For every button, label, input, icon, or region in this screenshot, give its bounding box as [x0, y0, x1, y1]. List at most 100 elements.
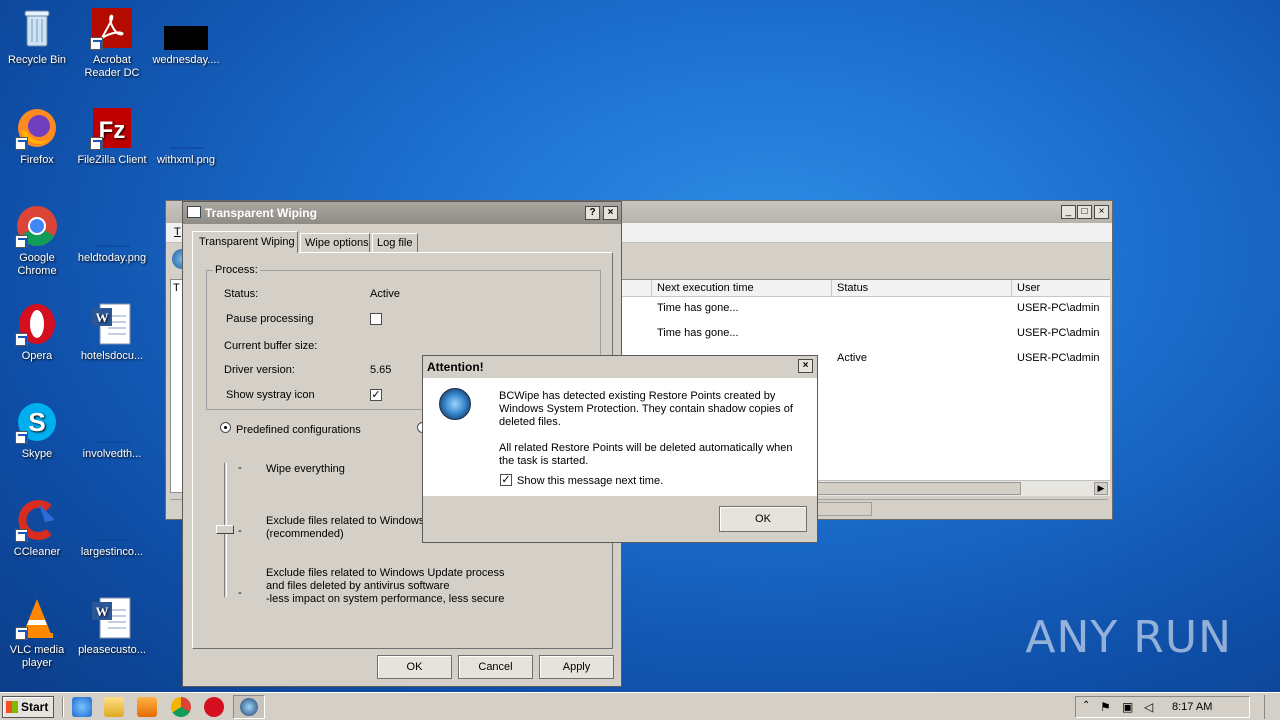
- desktop-icon-recycle-bin[interactable]: Recycle Bin: [0, 6, 74, 67]
- network-icon[interactable]: ▣: [1122, 700, 1133, 714]
- shortcut-arrow-icon: [15, 333, 28, 346]
- column-header-user[interactable]: User: [1017, 282, 1040, 294]
- show-desktop-button[interactable]: [1264, 695, 1278, 719]
- ok-button[interactable]: OK: [377, 655, 452, 679]
- chrome-taskbar-icon[interactable]: [171, 697, 191, 717]
- internet-explorer-icon[interactable]: [72, 697, 92, 717]
- driver-version-value: 5.65: [370, 364, 392, 376]
- start-button[interactable]: Start: [2, 696, 54, 718]
- slider-tick: -: [238, 462, 242, 474]
- desktop-icon-label: hotelsdocu...: [80, 350, 144, 362]
- status-value: Active: [370, 288, 400, 300]
- pause-processing-checkbox[interactable]: [370, 313, 382, 325]
- desktop-icon-label: largestinco...: [80, 546, 144, 558]
- close-button[interactable]: ×: [798, 359, 813, 373]
- option-exclude-update-line3: -less impact on system performance, less…: [266, 593, 505, 605]
- tray-expand-icon[interactable]: ⌃: [1082, 700, 1090, 711]
- table-row[interactable]: Time has gone... USER-PC\admin: [621, 302, 1110, 322]
- image-file-icon: [90, 400, 134, 444]
- scroll-right-arrow[interactable]: ▶: [1094, 482, 1108, 495]
- option-exclude-update-line1: Exclude files related to Windows Update …: [266, 567, 505, 579]
- minimize-button[interactable]: _: [1061, 205, 1076, 219]
- tab-wipe-options[interactable]: Wipe options: [300, 233, 370, 252]
- desktop-icon-label: CCleaner: [13, 546, 61, 558]
- vlc-icon: [15, 596, 59, 640]
- opera-taskbar-icon[interactable]: [204, 697, 224, 717]
- media-player-icon[interactable]: [137, 697, 157, 717]
- system-tray: ⌃ ⚑ ▣ ◁ 8:17 AM: [1075, 696, 1250, 718]
- svg-text:S: S: [28, 407, 45, 437]
- tab-label: Transparent Wiping: [199, 236, 295, 248]
- svg-text:W: W: [96, 604, 109, 619]
- message-line: Windows System Protection. They contain …: [499, 403, 793, 415]
- dialog-titlebar[interactable]: Attention! ×: [423, 356, 817, 378]
- desktop-icon-label: pleasecusto...: [78, 644, 146, 656]
- desktop-icon-largestinco[interactable]: largestinco...: [75, 498, 149, 559]
- desktop-icon-acrobat[interactable]: Acrobat Reader DC: [75, 6, 149, 80]
- explorer-folder-icon[interactable]: [104, 697, 124, 717]
- ccleaner-icon: [15, 498, 59, 542]
- column-divider: [1011, 280, 1012, 297]
- column-header-next-execution[interactable]: Next execution time: [657, 282, 754, 294]
- column-divider: [651, 280, 652, 297]
- desktop-icon-skype[interactable]: S Skype: [0, 400, 74, 461]
- systray-label: Show systray icon: [226, 389, 315, 401]
- desktop-icon-label: wednesday....: [152, 54, 220, 66]
- app-window-icon: [187, 206, 201, 218]
- group-label: Process:: [213, 264, 260, 276]
- desktop-icon-vlc[interactable]: VLC media player: [0, 596, 74, 670]
- image-file-icon: [90, 204, 134, 248]
- column-divider: [831, 280, 832, 297]
- desktop-icon-involvedth[interactable]: involvedth...: [75, 400, 149, 461]
- systray-checkbox[interactable]: ✓: [370, 389, 382, 401]
- desktop-icon-wednesday[interactable]: wednesday....: [149, 6, 223, 67]
- apply-button[interactable]: Apply: [539, 655, 614, 679]
- ok-button[interactable]: OK: [719, 506, 807, 532]
- desktop-icon-label: Firefox: [20, 154, 54, 166]
- desktop-icon-hotelsdocu[interactable]: W hotelsdocu...: [75, 302, 149, 363]
- desktop-icon-label: Opera: [21, 350, 53, 362]
- close-button[interactable]: ×: [603, 206, 618, 220]
- desktop-icon-label: FileZilla Client: [77, 154, 147, 166]
- predefined-config-label: Predefined configurations: [236, 424, 361, 436]
- desktop-icon-label: Google Chrome: [17, 252, 57, 277]
- table-row[interactable]: Time has gone... USER-PC\admin: [621, 327, 1110, 347]
- volume-icon[interactable]: ◁: [1144, 700, 1153, 714]
- slider-tick: -: [238, 587, 242, 599]
- desktop-icon-filezilla[interactable]: Fz FileZilla Client: [75, 106, 149, 167]
- desktop-icon-withxml[interactable]: withxml.png: [149, 106, 223, 167]
- desktop-icon-firefox[interactable]: Firefox: [0, 106, 74, 167]
- cancel-button[interactable]: Cancel: [458, 655, 533, 679]
- desktop-icon-ccleaner[interactable]: CCleaner: [0, 498, 74, 559]
- clock[interactable]: 8:17 AM: [1172, 701, 1212, 713]
- option-exclude-windows-line1: Exclude files related to Windows: [266, 515, 425, 527]
- recycle-bin-icon: [15, 6, 59, 50]
- show-message-checkbox[interactable]: ✓: [500, 474, 512, 486]
- dialog-titlebar[interactable]: Transparent Wiping ? ×: [183, 202, 621, 224]
- slider-tick: -: [238, 525, 242, 537]
- tab-log-file[interactable]: Log file: [372, 233, 418, 252]
- maximize-button[interactable]: □: [1077, 205, 1092, 219]
- help-button[interactable]: ?: [585, 206, 600, 220]
- file-thumbnail-icon: [164, 6, 208, 50]
- option-wipe-everything: Wipe everything: [266, 463, 345, 475]
- close-button[interactable]: ×: [1094, 205, 1109, 219]
- desktop-icon-label: Recycle Bin: [7, 54, 67, 66]
- show-message-label: Show this message next time.: [517, 475, 664, 487]
- bcwipe-taskbar-button[interactable]: [233, 695, 265, 719]
- cell-user: USER-PC\admin: [1017, 302, 1100, 314]
- desktop-icon-label: heldtoday.png: [77, 252, 147, 264]
- desktop-icon-heldtoday[interactable]: heldtoday.png: [75, 204, 149, 265]
- desktop-icon-pleasecusto[interactable]: W pleasecusto...: [75, 596, 149, 657]
- shortcut-arrow-icon: [15, 627, 28, 640]
- tab-transparent-wiping[interactable]: Transparent Wiping: [192, 231, 298, 253]
- column-header-status[interactable]: Status: [837, 282, 868, 294]
- flag-icon[interactable]: ⚑: [1100, 700, 1111, 714]
- bcwipe-taskbar-icon: [240, 698, 258, 716]
- desktop-icon-opera[interactable]: Opera: [0, 302, 74, 363]
- predefined-config-radio[interactable]: [220, 422, 231, 433]
- image-file-icon: [164, 106, 208, 150]
- config-slider-thumb[interactable]: [216, 525, 234, 534]
- desktop-icon-chrome[interactable]: Google Chrome: [0, 204, 74, 278]
- menu-letter[interactable]: T: [174, 226, 181, 238]
